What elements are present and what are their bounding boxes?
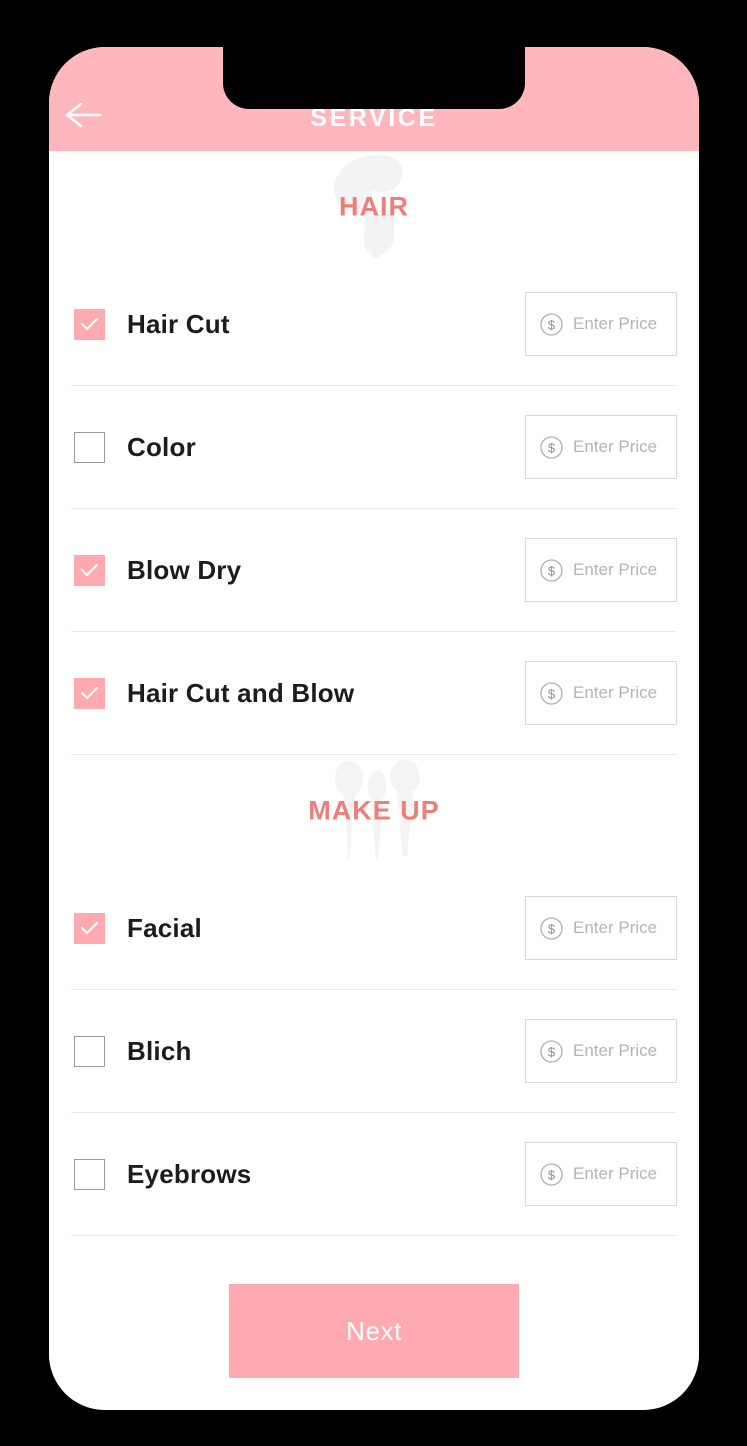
phone-notch [223, 47, 525, 109]
service-label: Eyebrows [127, 1158, 252, 1189]
price-placeholder: Enter Price [573, 1164, 658, 1183]
service-label: Facial [127, 912, 202, 943]
service-row-facial[interactable]: Facial $ Enter Price [71, 867, 677, 990]
price-input-color[interactable]: $ Enter Price [525, 415, 677, 479]
service-label: Color [127, 431, 196, 462]
service-row-color[interactable]: Color $ Enter Price [71, 386, 677, 509]
service-label: Hair Cut and Blow [127, 677, 355, 708]
dollar-circle-icon: $ [539, 558, 564, 583]
service-row-hair-cut-and-blow[interactable]: Hair Cut and Blow $ Enter Price [71, 632, 677, 755]
next-button[interactable]: Next [229, 1284, 519, 1378]
price-input-blich[interactable]: $ Enter Price [525, 1019, 677, 1083]
section-header-make-up: MAKE UP [49, 755, 699, 867]
checkbox-blow-dry[interactable] [74, 554, 105, 586]
svg-text:$: $ [548, 563, 556, 578]
price-input-hair-cut[interactable]: $ Enter Price [525, 292, 677, 356]
phone-frame: SERVICE HAIR Hair Cut $ Enter Price Colo… [49, 47, 699, 1410]
dollar-circle-icon: $ [539, 435, 564, 460]
check-icon [81, 318, 98, 330]
service-rows-hair: Hair Cut $ Enter Price Color $ Enter Pri… [49, 263, 699, 755]
app-header: SERVICE [49, 47, 699, 151]
price-input-hair-cut-and-blow[interactable]: $ Enter Price [525, 661, 677, 725]
checkbox-eyebrows[interactable] [74, 1158, 105, 1190]
svg-text:$: $ [548, 1167, 556, 1182]
section-title-make-up: MAKE UP [308, 795, 440, 826]
service-label: Hair Cut [127, 308, 230, 339]
checkbox-facial[interactable] [74, 912, 105, 944]
service-label: Blich [127, 1035, 192, 1066]
svg-text:$: $ [548, 440, 556, 455]
svg-text:$: $ [548, 686, 556, 701]
dollar-circle-icon: $ [539, 312, 564, 337]
section-header-hair: HAIR [49, 151, 699, 263]
price-placeholder: Enter Price [573, 1041, 658, 1060]
price-input-eyebrows[interactable]: $ Enter Price [525, 1142, 677, 1206]
check-icon [81, 687, 98, 699]
svg-text:$: $ [548, 921, 556, 936]
price-placeholder: Enter Price [573, 683, 658, 702]
service-row-blich[interactable]: Blich $ Enter Price [71, 990, 677, 1113]
price-input-facial[interactable]: $ Enter Price [525, 896, 677, 960]
checkbox-color[interactable] [74, 431, 105, 463]
svg-text:$: $ [548, 1044, 556, 1059]
checkbox-hair-cut-and-blow[interactable] [74, 677, 105, 709]
check-icon [81, 922, 98, 934]
checkbox-blich[interactable] [74, 1035, 105, 1067]
service-row-eyebrows[interactable]: Eyebrows $ Enter Price [71, 1113, 677, 1236]
section-title-hair: HAIR [339, 191, 409, 222]
price-placeholder: Enter Price [573, 314, 658, 333]
service-row-blow-dry[interactable]: Blow Dry $ Enter Price [71, 509, 677, 632]
service-list-scroll[interactable]: HAIR Hair Cut $ Enter Price Color $ Ente… [49, 151, 699, 1410]
dollar-circle-icon: $ [539, 681, 564, 706]
footer: Next [49, 1236, 699, 1410]
service-rows-make-up: Facial $ Enter Price Blich $ Enter Price… [49, 867, 699, 1236]
price-placeholder: Enter Price [573, 918, 658, 937]
price-placeholder: Enter Price [573, 560, 658, 579]
price-input-blow-dry[interactable]: $ Enter Price [525, 538, 677, 602]
svg-text:$: $ [548, 317, 556, 332]
service-label: Blow Dry [127, 554, 242, 585]
dollar-circle-icon: $ [539, 916, 564, 941]
price-placeholder: Enter Price [573, 437, 658, 456]
dollar-circle-icon: $ [539, 1162, 564, 1187]
check-icon [81, 564, 98, 576]
checkbox-hair-cut[interactable] [74, 308, 105, 340]
service-row-hair-cut[interactable]: Hair Cut $ Enter Price [71, 263, 677, 386]
dollar-circle-icon: $ [539, 1039, 564, 1064]
